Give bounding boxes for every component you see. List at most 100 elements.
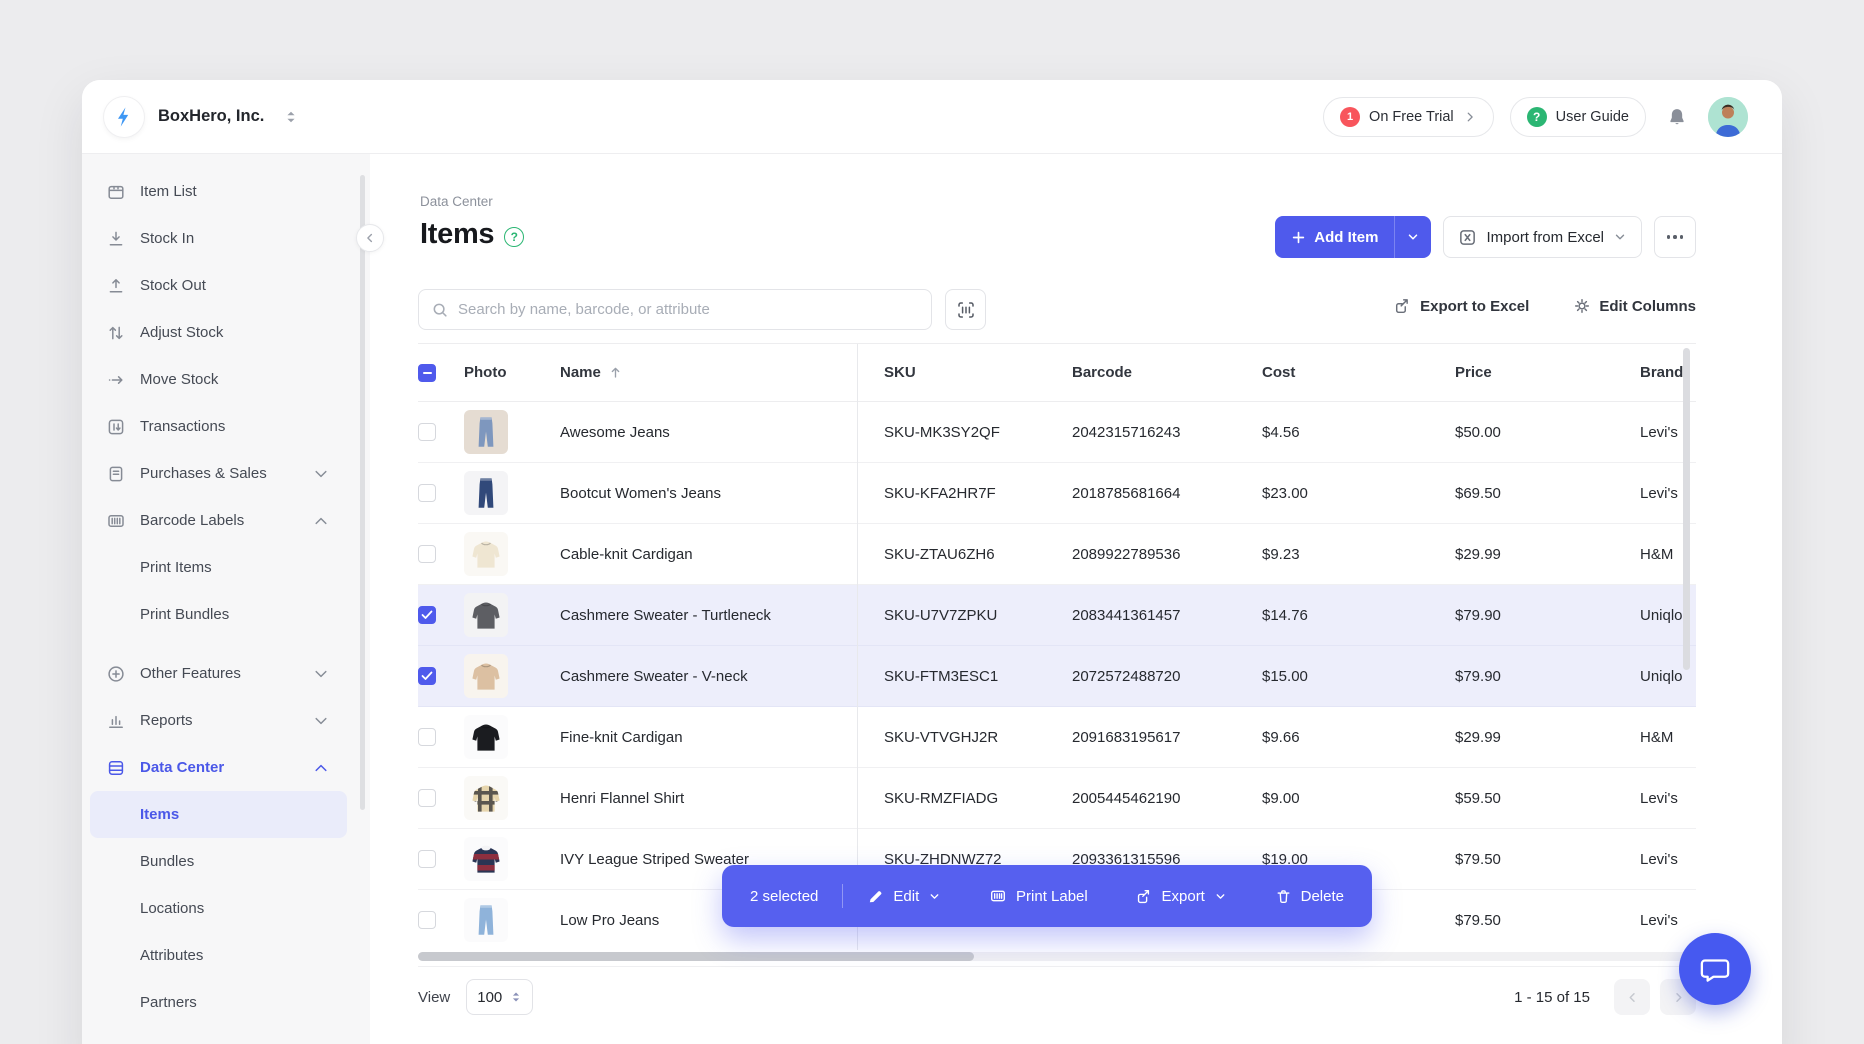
print-label-button[interactable]: Print Label bbox=[989, 887, 1088, 905]
table-row[interactable]: Fine-knit CardiganSKU-VTVGHJ2R2091683195… bbox=[418, 707, 1696, 768]
import-from-excel-button[interactable]: Import from Excel bbox=[1443, 216, 1642, 258]
column-header-cost[interactable]: Cost bbox=[1262, 364, 1455, 381]
sidebar-item-move-stock[interactable]: Move Stock bbox=[90, 356, 347, 403]
user-guide-button[interactable]: ? User Guide bbox=[1510, 97, 1646, 137]
table-row[interactable]: Cashmere Sweater - V-neckSKU-FTM3ESC1207… bbox=[418, 646, 1696, 707]
barcode-icon bbox=[106, 511, 126, 531]
company-name[interactable]: BoxHero, Inc. bbox=[158, 107, 264, 126]
stock-in-icon bbox=[106, 229, 126, 249]
previous-page-button[interactable] bbox=[1614, 979, 1650, 1015]
search-input[interactable] bbox=[458, 301, 919, 318]
user-guide-label: User Guide bbox=[1556, 109, 1629, 125]
main-content: Data Center Items ? Add Item bbox=[370, 154, 1782, 1044]
cell-brand: Levi's bbox=[1640, 851, 1696, 868]
sidebar-item-stock-out[interactable]: Stock Out bbox=[90, 262, 347, 309]
row-checkbox[interactable] bbox=[418, 850, 436, 868]
chevron-up-icon bbox=[311, 511, 331, 531]
cell-cost: $9.00 bbox=[1262, 790, 1455, 807]
question-icon: ? bbox=[1527, 107, 1547, 127]
sidebar-item-partners[interactable]: Partners bbox=[90, 979, 347, 1026]
chevron-down-icon bbox=[311, 711, 331, 731]
cell-price: $29.99 bbox=[1455, 546, 1640, 563]
table-row[interactable]: Cable-knit CardiganSKU-ZTAU6ZH6208992278… bbox=[418, 524, 1696, 585]
cell-barcode: 2072572488720 bbox=[1072, 668, 1262, 685]
row-checkbox[interactable] bbox=[418, 728, 436, 746]
sidebar-nav: Item ListStock InStock OutAdjust StockMo… bbox=[82, 168, 370, 1026]
bulk-edit-button[interactable]: Edit bbox=[867, 888, 941, 905]
table-row[interactable]: Awesome JeansSKU-MK3SY2QF2042315716243$4… bbox=[418, 402, 1696, 463]
reports-icon bbox=[106, 711, 126, 731]
edit-columns-button[interactable]: Edit Columns bbox=[1573, 297, 1696, 315]
page-size-select[interactable]: 100 bbox=[466, 979, 533, 1015]
sidebar-item-data-center[interactable]: Data Center bbox=[90, 744, 347, 791]
sidebar-item-bundles[interactable]: Bundles bbox=[90, 838, 347, 885]
pagination-range: 1 - 15 of 15 bbox=[1514, 989, 1590, 1006]
chevron-down-icon bbox=[311, 464, 331, 484]
row-checkbox[interactable] bbox=[418, 606, 436, 624]
cell-price: $69.50 bbox=[1455, 485, 1640, 502]
cell-sku: SKU-FTM3ESC1 bbox=[857, 668, 1072, 685]
chevron-up-icon bbox=[311, 758, 331, 778]
sidebar-scrollbar[interactable] bbox=[360, 175, 365, 810]
row-checkbox[interactable] bbox=[418, 423, 436, 441]
sidebar-item-barcode-labels[interactable]: Barcode Labels bbox=[90, 497, 347, 544]
export-to-excel-label: Export to Excel bbox=[1420, 298, 1529, 315]
help-icon[interactable]: ? bbox=[504, 227, 524, 247]
add-item-button[interactable]: Add Item bbox=[1275, 216, 1431, 258]
cell-sku: SKU-VTVGHJ2R bbox=[857, 729, 1072, 746]
row-checkbox[interactable] bbox=[418, 667, 436, 685]
trial-badge-icon: 1 bbox=[1340, 107, 1360, 127]
chat-bubble-icon bbox=[1698, 952, 1732, 986]
table-row[interactable]: Henri Flannel ShirtSKU-RMZFIADG200544546… bbox=[418, 768, 1696, 829]
add-item-label: Add Item bbox=[1314, 229, 1378, 246]
sidebar-item-attributes[interactable]: Attributes bbox=[90, 932, 347, 979]
cell-price: $79.50 bbox=[1455, 912, 1640, 929]
add-item-dropdown[interactable] bbox=[1395, 230, 1431, 244]
row-checkbox[interactable] bbox=[418, 484, 436, 502]
items-table: Photo Name SKU Barcode Cost Price Brand … bbox=[418, 343, 1696, 950]
sidebar-item-print-bundles[interactable]: Print Bundles bbox=[90, 591, 347, 638]
bulk-delete-button[interactable]: Delete bbox=[1275, 888, 1344, 905]
row-checkbox[interactable] bbox=[418, 789, 436, 807]
bulk-export-button[interactable]: Export bbox=[1136, 888, 1227, 905]
select-all-checkbox[interactable] bbox=[418, 364, 436, 382]
chevron-down-icon bbox=[311, 664, 331, 684]
column-header-name[interactable]: Name bbox=[560, 364, 857, 381]
column-header-sku[interactable]: SKU bbox=[857, 364, 1072, 381]
sidebar-item-other-features[interactable]: Other Features bbox=[90, 650, 347, 697]
chat-launcher-button[interactable] bbox=[1679, 933, 1751, 1005]
company-switcher-icon[interactable] bbox=[284, 109, 298, 125]
barcode-scan-button[interactable] bbox=[945, 289, 986, 330]
sidebar-item-stock-in[interactable]: Stock In bbox=[90, 215, 347, 262]
export-to-excel-button[interactable]: Export to Excel bbox=[1394, 297, 1529, 315]
sidebar-item-locations[interactable]: Locations bbox=[90, 885, 347, 932]
column-header-price[interactable]: Price bbox=[1455, 364, 1640, 381]
sidebar-item-items[interactable]: Items bbox=[90, 791, 347, 838]
sidebar-item-print-items[interactable]: Print Items bbox=[90, 544, 347, 591]
sidebar-item-adjust-stock[interactable]: Adjust Stock bbox=[90, 309, 347, 356]
table-row[interactable]: Bootcut Women's JeansSKU-KFA2HR7F2018785… bbox=[418, 463, 1696, 524]
row-checkbox[interactable] bbox=[418, 911, 436, 929]
sidebar: Item ListStock InStock OutAdjust StockMo… bbox=[82, 154, 370, 1044]
row-checkbox[interactable] bbox=[418, 545, 436, 563]
notifications-bell-icon[interactable] bbox=[1666, 106, 1688, 128]
sidebar-item-purchases-sales[interactable]: Purchases & Sales bbox=[90, 450, 347, 497]
topbar: BoxHero, Inc. 1 On Free Trial ? User Gui… bbox=[82, 80, 1782, 154]
cell-cost: $15.00 bbox=[1262, 668, 1455, 685]
table-vertical-scrollbar[interactable] bbox=[1683, 348, 1690, 670]
database-icon bbox=[106, 758, 126, 778]
user-avatar[interactable] bbox=[1708, 97, 1748, 137]
table-row[interactable]: Cashmere Sweater - TurtleneckSKU-U7V7ZPK… bbox=[418, 585, 1696, 646]
sidebar-item-transactions[interactable]: Transactions bbox=[90, 403, 347, 450]
sidebar-item-item-list[interactable]: Item List bbox=[90, 168, 347, 215]
column-header-barcode[interactable]: Barcode bbox=[1072, 364, 1262, 381]
sidebar-collapse-button[interactable] bbox=[356, 224, 384, 252]
item-photo bbox=[464, 776, 508, 820]
more-options-button[interactable] bbox=[1654, 216, 1696, 258]
column-header-photo[interactable]: Photo bbox=[464, 364, 560, 381]
stock-out-icon bbox=[106, 276, 126, 296]
sidebar-item-reports[interactable]: Reports bbox=[90, 697, 347, 744]
table-horizontal-scrollbar[interactable] bbox=[418, 952, 974, 961]
selection-toolbar: 2 selected Edit Print Label bbox=[722, 865, 1372, 927]
trial-status-button[interactable]: 1 On Free Trial bbox=[1323, 97, 1494, 137]
